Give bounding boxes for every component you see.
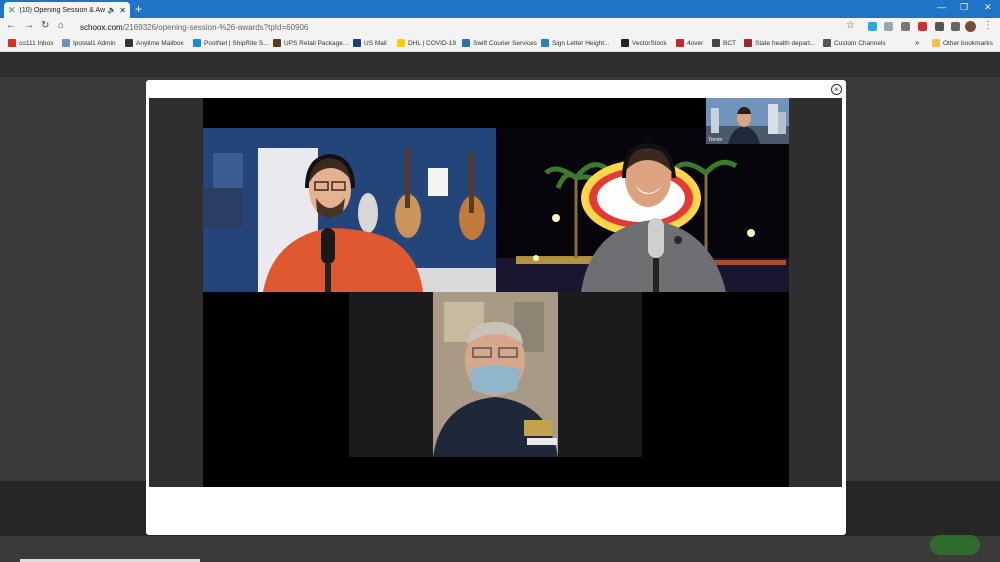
custom-channels-icon [823, 39, 831, 47]
bookmark-label: Sign Letter Height... [552, 39, 610, 47]
bookmark-item[interactable]: DHL | COVID-19 [397, 39, 456, 47]
bookmark-label: 4over [687, 39, 704, 47]
extension-icon[interactable] [901, 22, 910, 31]
close-window-icon[interactable]: ✕ [984, 2, 992, 13]
site-nav-dimmed [0, 53, 1000, 77]
browser-tab[interactable]: ✕ (10) Opening Session & Awa 🔈 ✕ [4, 2, 130, 18]
vectorstock-icon [621, 39, 629, 47]
bookmark-item[interactable]: UPS Retail Package... [273, 39, 348, 47]
schoox-favicon-icon: ✕ [8, 4, 16, 15]
bookmark-item[interactable]: PostNet | ShipRite S... [193, 39, 269, 47]
folder-icon [932, 39, 940, 47]
bct-icon [712, 39, 720, 47]
bookmark-label: PostNet | ShipRite S... [204, 39, 269, 47]
chat-button[interactable] [930, 535, 980, 555]
profile-avatar[interactable] [965, 21, 976, 32]
url-path: /2169326/opening-session-%26-awards?tpId… [122, 23, 309, 32]
bookmark-item[interactable]: Sign Letter Height... [541, 39, 609, 47]
anytime-mailbox-icon [125, 39, 133, 47]
bookmark-item[interactable]: 4over [676, 39, 703, 47]
browser-toolbar: ← → ↻ ⌂ schoox.com/2169326/opening-sessi… [0, 18, 1000, 36]
bookmark-label: VectorStock [632, 39, 667, 47]
bookmarks-bar: co111 Inbox Ipostal1 Admin Anytime Mailb… [0, 36, 1000, 52]
reload-icon[interactable]: ↻ [41, 20, 49, 31]
close-modal-icon[interactable]: × [831, 84, 842, 95]
postnet-icon [193, 39, 201, 47]
pdf-extension-icon[interactable] [918, 22, 927, 31]
minimize-icon[interactable]: — [937, 2, 946, 12]
bookmark-item[interactable]: Custom Channels [823, 39, 886, 47]
back-icon[interactable]: ← [6, 20, 16, 31]
forward-icon[interactable]: → [24, 20, 34, 31]
close-tab-icon[interactable]: ✕ [119, 6, 126, 15]
other-bookmarks[interactable]: Other bookmarks [932, 39, 993, 47]
speaker-icon[interactable]: 🔈 [108, 6, 117, 14]
address-bar[interactable]: schoox.com/2169326/opening-session-%26-a… [80, 21, 860, 34]
dhl-icon [397, 39, 405, 47]
bookmark-label: DHL | COVID-19 [408, 39, 457, 47]
participant-3-scene [349, 292, 642, 457]
more-bookmarks-chevron-icon[interactable]: » [915, 38, 919, 47]
state-health-icon [744, 39, 752, 47]
bookmark-label: Anytime Mailbox [136, 39, 184, 47]
video-tile-participant-3 [349, 292, 642, 457]
bookmark-label: Ipostal1 Admin [73, 39, 116, 47]
extension-icon[interactable] [884, 22, 893, 31]
bookmark-label: State health depart... [755, 39, 816, 47]
gmail-icon [8, 39, 16, 47]
menu-kebab-icon[interactable]: ⋮ [983, 20, 993, 31]
ipostal-icon [62, 39, 70, 47]
bookmark-item[interactable]: State health depart... [744, 39, 815, 47]
video-pillarbox-left [149, 98, 203, 487]
tab-title: (10) Opening Session & Awa [19, 6, 105, 14]
bookmark-label: co111 Inbox [19, 39, 54, 47]
usps-icon [353, 39, 361, 47]
swift-courier-icon [462, 39, 470, 47]
bookmark-item[interactable]: VectorStock [621, 39, 667, 47]
browser-tab-bar: ✕ (10) Opening Session & Awa 🔈 ✕ + — ❐ ✕ [0, 0, 1000, 18]
bookmark-item[interactable]: Anytime Mailbox [125, 39, 184, 47]
bookmark-label: Swift Courier Services [473, 39, 537, 47]
4over-icon [676, 39, 684, 47]
participant-1-scene [203, 128, 496, 292]
bookmark-item[interactable]: BCT [712, 39, 736, 47]
puzzle-icon[interactable] [935, 22, 944, 31]
video-tile-participant-4: Trevor [706, 98, 789, 144]
maximize-icon[interactable]: ❐ [960, 2, 968, 13]
new-tab-button[interactable]: + [135, 2, 142, 16]
bookmark-item[interactable]: Swift Courier Services [462, 39, 537, 47]
video-tile-participant-1 [203, 128, 496, 292]
home-icon[interactable]: ⌂ [58, 20, 64, 31]
media-control-icon[interactable] [951, 22, 960, 31]
other-bookmarks-label: Other bookmarks [943, 39, 993, 47]
participant-2-scene [496, 128, 789, 292]
bookmark-item[interactable]: US Mail [353, 39, 387, 47]
ups-icon [273, 39, 281, 47]
bookmark-label: US Mail [364, 39, 387, 47]
video-pillarbox-right [789, 98, 842, 487]
url-host: schoox.com [80, 23, 123, 32]
bookmark-label: Custom Channels [834, 39, 886, 47]
participant-4-name: Trevor [708, 137, 723, 143]
bookmark-item[interactable]: Ipostal1 Admin [62, 39, 116, 47]
cloud-extension-icon[interactable] [868, 22, 877, 31]
bookmark-item[interactable]: co111 Inbox [8, 39, 53, 47]
sign-letter-icon [541, 39, 549, 47]
bookmark-label: BCT [723, 39, 736, 47]
bookmark-label: UPS Retail Package... [284, 39, 349, 47]
bookmark-star-icon[interactable]: ☆ [846, 20, 855, 31]
video-tile-participant-2 [496, 128, 789, 292]
